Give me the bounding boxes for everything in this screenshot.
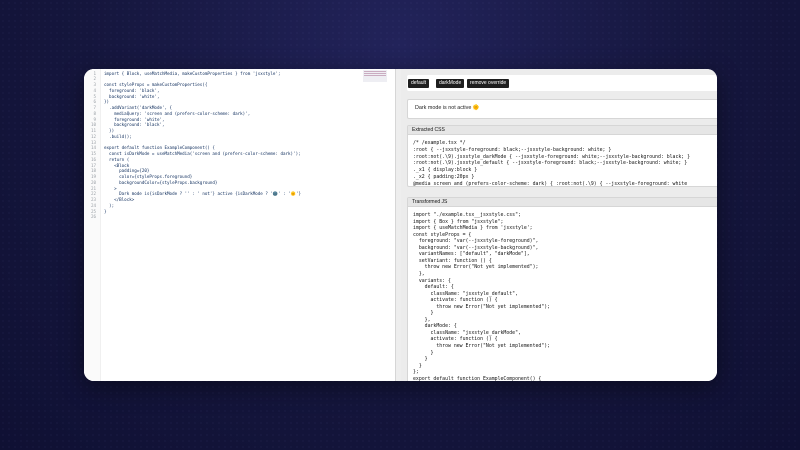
code-line: const isDarkMode = useMatchMedia('screen… [104,151,301,156]
js-line: } [413,310,434,317]
js-line: }; [413,369,419,376]
code-line: } [104,208,107,214]
dark-mode-variant-button[interactable]: darkMode [436,79,465,88]
js-line: }, [413,316,431,323]
js-line: import { Box } from "jsxstyle"; [413,218,504,225]
js-line: background: "var(--jsxstyle-background)"… [413,244,539,251]
css-line: :root { --jsxstyle-foreground: black;--j… [413,146,612,153]
line-number-gutter: 1 2 3 4 5 6 7 8 9 10 11 12 13 14 15 16 17 18 19 20 21 22 23 24 2… [84,69,101,381]
css-line: @media screen and (prefers-color-scheme:… [413,180,688,187]
js-line: import { useMatchMedia } from 'jsxstyle'… [413,225,533,232]
js-line: variants: { [413,277,451,284]
js-line: } [413,356,428,363]
js-line: } [413,349,434,356]
editor-minimap[interactable] [363,70,387,82]
line-number: 26 [90,214,96,220]
css-line: ._x1 { display:block } [413,167,478,174]
js-line: import "./example.tsx__jsxstyle.css"; [413,212,521,218]
playground-window: 1 2 3 4 5 6 7 8 9 10 11 12 13 14 15 16 17 18 19 20 21 22 23 24 2… [84,69,717,381]
preview-box: Dark mode is not active 🌞 [407,99,717,119]
js-line: activate: function () { [413,336,498,343]
code-editor[interactable]: 1 2 3 4 5 6 7 8 9 10 11 12 13 14 15 16 17 18 19 20 21 22 23 24 2… [84,69,395,381]
js-line: activate: function () { [413,297,498,304]
code-line: backgroundColor={styleProps.background} [104,179,218,185]
default-variant-button[interactable]: default [408,79,430,88]
css-line: ._x2 { padding:20px } [413,174,475,180]
transformed-js-title: Transformed JS [408,198,717,207]
css-line: :root:not(.\9).jsxstyle_darkMode { --jsx… [413,153,691,160]
js-line: const styleProps = { [413,231,472,238]
js-line: setVariant: function () { [413,257,492,264]
output-panel: default darkMode remove override Dark mo… [401,69,717,381]
extracted-css-title: Extracted CSS [408,126,717,135]
dark-mode-status: Dark mode is not active 🌞 [415,105,480,111]
js-line: }, [413,270,425,277]
js-line: throw new Error("Not yet implemented"); [413,343,551,349]
code-line: import { Block, useMatchMedia, makeCusto… [104,70,281,76]
js-line: default: { [413,284,454,291]
js-line: className: "jsxstyle_darkMode", [413,329,521,336]
js-line: } [413,362,422,369]
js-line: foreground: "var(--jsxstyle-foreground)"… [413,238,539,245]
extracted-css-panel: Extracted CSS /* /example.tsx */:root { … [407,125,717,187]
js-line: throw new Error("Not yet implemented"); [413,303,551,310]
code-line: background: 'white', [104,93,160,99]
code-line: .build(); [104,133,132,139]
js-line: className: "jsxstyle_default", [413,290,518,297]
transformed-js-panel: Transformed JS import "./example.tsx__js… [407,197,717,381]
css-line: /* /example.tsx */ [413,140,466,146]
js-line: throw new Error("Not yet implemented"); [413,264,539,271]
js-line: darkMode: { [413,323,457,330]
variant-toolbar: default darkMode remove override [407,75,717,91]
remove-override-button[interactable]: remove override [467,79,510,88]
js-line: variantNames: ["default", "darkMode"], [413,251,530,258]
css-line: :root:not(.\9).jsxstyle_default { --jsxs… [413,160,688,167]
js-line: export default function ExampleComponent… [413,375,542,381]
